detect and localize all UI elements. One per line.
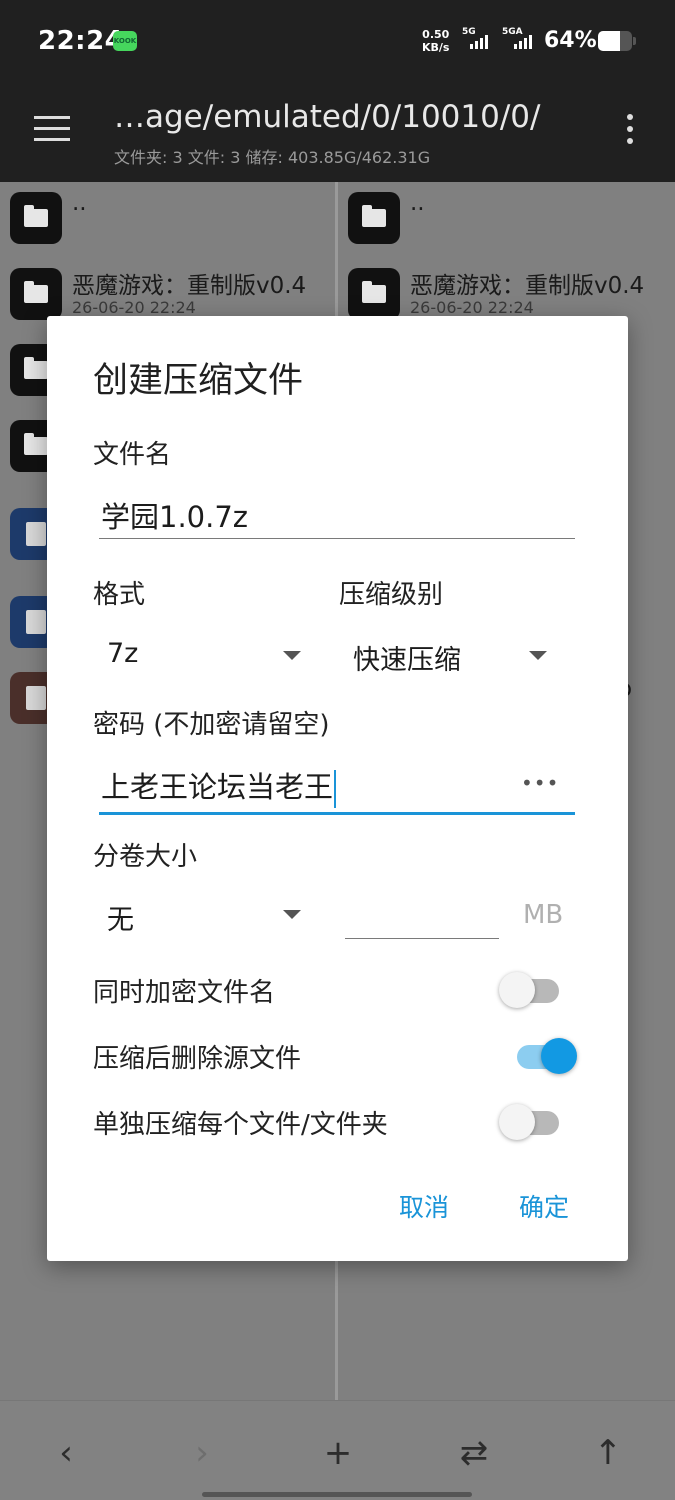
forward-icon[interactable]: ›: [180, 1431, 224, 1475]
app-toolbar: …age/emulated/0/10010/0/ 文件夹: 3 文件: 3 储存…: [0, 84, 675, 182]
encrypt-filenames-label: 同时加密文件名: [93, 978, 276, 1008]
delete-source-label: 压缩后删除源文件: [93, 1044, 302, 1074]
filename-label: 文件名: [93, 440, 172, 470]
text-cursor: [334, 770, 337, 808]
level-dropdown-icon[interactable]: [529, 651, 547, 660]
current-path[interactable]: …age/emulated/0/10010/0/: [114, 99, 540, 135]
compression-level-label: 压缩级别: [339, 580, 444, 610]
filename-input[interactable]: 学园1.0.7z: [101, 494, 248, 536]
more-options-icon[interactable]: [625, 114, 635, 148]
dialog-title: 创建压缩文件: [93, 361, 304, 401]
split-size-select[interactable]: 无: [107, 898, 134, 937]
folder-icon: [10, 268, 62, 320]
delete-source-switch[interactable]: [513, 1034, 577, 1074]
create-archive-dialog: 创建压缩文件 文件名 学园1.0.7z 格式 压缩级别 7z 快速压缩 密码 (…: [47, 316, 628, 1261]
battery-percent: 64%: [544, 28, 597, 53]
split-dropdown-icon[interactable]: [283, 910, 301, 919]
add-icon[interactable]: +: [316, 1431, 360, 1475]
bottom-navigation: ‹ › + ⇄ ↑: [0, 1400, 675, 1500]
swap-panes-icon[interactable]: ⇄: [452, 1431, 496, 1475]
split-size-label: 分卷大小: [93, 842, 198, 872]
ok-button[interactable]: 确定: [519, 1188, 569, 1224]
network-speed: 0.50 KB/s: [422, 28, 450, 54]
password-input[interactable]: 上老王论坛当老王: [101, 764, 337, 808]
menu-icon[interactable]: [34, 116, 70, 142]
split-size-input[interactable]: [347, 898, 497, 934]
battery-icon: [598, 31, 632, 51]
home-indicator[interactable]: [202, 1492, 472, 1497]
status-bar: 22:24 KOOK 0.50 KB/s 5G 5GA 64%: [0, 0, 675, 84]
list-item[interactable]: ..: [338, 182, 675, 258]
split-unit: MB: [523, 900, 564, 930]
signal-5g-icon: 5G: [462, 27, 496, 53]
back-icon[interactable]: ‹: [44, 1431, 88, 1475]
password-label: 密码 (不加密请留空): [93, 710, 330, 740]
separate-archives-switch[interactable]: [499, 1100, 563, 1140]
folder-icon: [348, 192, 400, 244]
format-label: 格式: [93, 580, 146, 610]
cancel-button[interactable]: 取消: [399, 1188, 449, 1224]
app-notification-icon: KOOK: [113, 31, 137, 51]
storage-info: 文件夹: 3 文件: 3 储存: 403.85G/462.31G: [114, 148, 431, 167]
compression-level-select[interactable]: 快速压缩: [353, 638, 461, 677]
list-item[interactable]: ..: [0, 182, 336, 258]
separate-archives-label: 单独压缩每个文件/文件夹: [93, 1110, 388, 1140]
password-visibility-icon[interactable]: •••: [521, 771, 559, 795]
format-dropdown-icon[interactable]: [283, 651, 301, 660]
folder-icon: [348, 268, 400, 320]
parent-folder-icon[interactable]: ↑: [586, 1431, 630, 1475]
encrypt-filenames-switch[interactable]: [499, 968, 563, 1008]
signal-5ga-icon: 5GA: [502, 27, 540, 53]
folder-icon: [10, 192, 62, 244]
clock: 22:24: [38, 26, 124, 56]
format-select[interactable]: 7z: [107, 638, 138, 669]
